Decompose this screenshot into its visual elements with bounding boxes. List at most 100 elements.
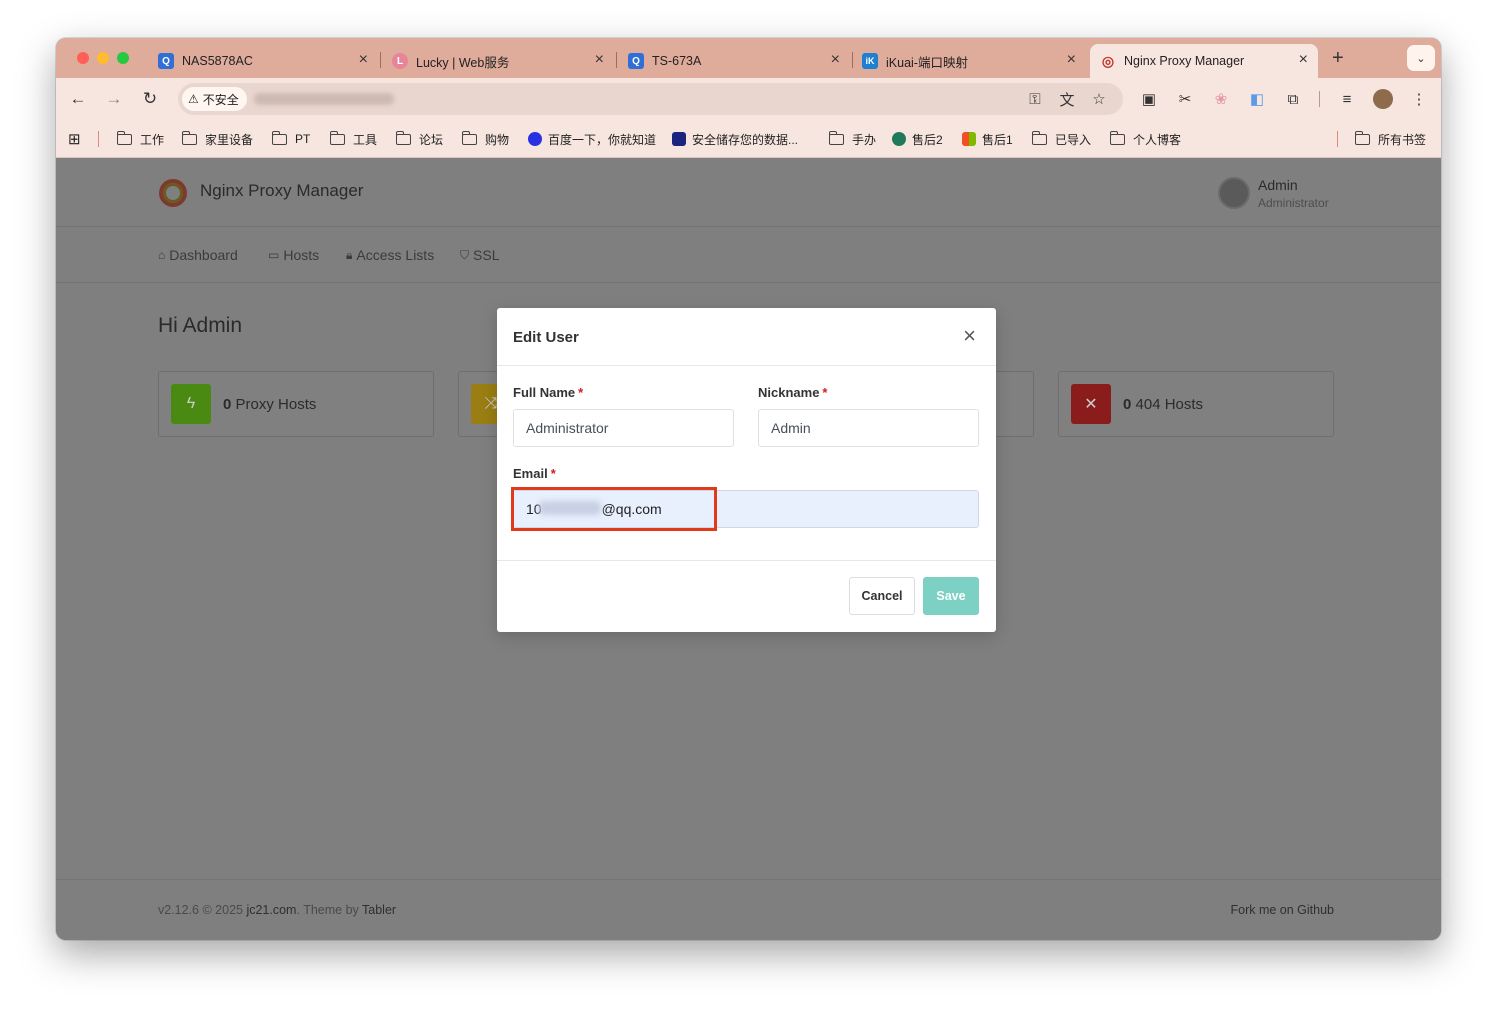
extension-blue-icon[interactable]: ◧ <box>1247 89 1267 109</box>
fork-github-link[interactable]: Fork me on Github <box>1230 903 1334 917</box>
footer-company-link[interactable]: jc21.com <box>246 903 296 917</box>
microsoft-icon <box>962 132 976 146</box>
proxy-label: Proxy Hosts <box>235 396 317 413</box>
user-avatar[interactable] <box>1218 177 1250 209</box>
nav-ssl[interactable]: ⛉ SSL <box>460 247 499 263</box>
tab-nginx-proxy-manager[interactable]: ◎ Nginx Proxy Manager × <box>1090 44 1318 78</box>
bookmark-after-sales-2[interactable]: 售后2 <box>892 130 943 148</box>
bookmark-label: 售后1 <box>982 132 1013 147</box>
nav-hosts[interactable]: ▭ Hosts <box>268 247 319 263</box>
apps-grid-icon[interactable]: ⊞ <box>68 130 81 148</box>
nav-access-lists[interactable]: 🔒︎ Access Lists <box>346 247 434 263</box>
tab-ikuai[interactable]: iK iKuai-端口映射 × <box>854 44 1086 78</box>
footer-credits: v2.12.6 © 2025 jc21.com. Theme by Tabler <box>158 903 396 917</box>
edit-user-modal: Edit User × Full Name* Nickname* Email* … <box>497 308 996 632</box>
extension-screenshot-icon[interactable]: ✂ <box>1175 89 1195 109</box>
notfound-label: 404 Hosts <box>1135 396 1204 413</box>
lightning-icon: ϟ <box>171 384 211 424</box>
close-tab-icon[interactable]: × <box>595 52 604 68</box>
tab-title: TS-673A <box>652 54 702 68</box>
folder-icon <box>117 130 132 145</box>
more-menu-icon[interactable]: ⋮ <box>1409 89 1429 109</box>
folder-icon <box>462 130 477 145</box>
security-chip[interactable]: ⚠ 不安全 <box>182 87 247 111</box>
browser-toolbar: ← → ↻ ⚠ 不安全 ⚿ 文 ☆ ▣ ✂ ❀ ◧ ⧉ ≡ ⋮ <box>56 78 1441 120</box>
bookmark-folder-shopping[interactable]: 购物 <box>462 130 509 148</box>
folder-icon <box>330 130 345 145</box>
bookmark-folder-imported[interactable]: 已导入 <box>1032 130 1091 148</box>
user-name[interactable]: Admin <box>1258 177 1298 193</box>
address-bar[interactable]: ⚠ 不安全 ⚿ 文 ☆ <box>178 83 1123 115</box>
save-button[interactable]: Save <box>923 577 979 615</box>
bookmark-folder-work[interactable]: 工作 <box>117 130 164 148</box>
close-tab-icon[interactable]: × <box>1299 52 1308 68</box>
tab-search-button[interactable]: ⌄ <box>1407 45 1435 71</box>
bookmark-secure-storage[interactable]: 安全储存您的数据... <box>672 130 798 148</box>
full-name-label-text: Full Name <box>513 385 576 400</box>
qnap-icon: Q <box>158 53 174 69</box>
footer-tabler-link[interactable]: Tabler <box>362 903 396 917</box>
nav-label: Access Lists <box>356 247 435 263</box>
npm-logo-icon[interactable] <box>159 179 187 207</box>
brand-title[interactable]: Nginx Proxy Manager <box>200 181 363 201</box>
nav-label: Dashboard <box>169 247 238 263</box>
lucky-icon: L <box>392 53 408 69</box>
zoom-window-button[interactable] <box>117 52 129 64</box>
tab-separator <box>380 52 381 68</box>
close-icon[interactable]: × <box>963 325 976 347</box>
nav-label: SSL <box>473 247 500 263</box>
bookmark-folder-all[interactable]: 所有书签 <box>1355 130 1426 148</box>
cancel-button[interactable]: Cancel <box>849 577 915 615</box>
monitor-icon: ▭ <box>268 248 280 262</box>
qnap-icon: Q <box>628 53 644 69</box>
storage-icon <box>672 132 686 146</box>
new-tab-button[interactable]: + <box>1332 47 1344 70</box>
bookmark-folder-pt[interactable]: PT <box>272 130 310 148</box>
bookmark-label: 售后2 <box>912 132 943 147</box>
minimize-window-button[interactable] <box>97 52 109 64</box>
card-404-hosts[interactable]: ✕ 0 404 Hosts <box>1058 371 1334 437</box>
npm-logo-icon: ◎ <box>1101 52 1115 69</box>
bookmark-star-icon[interactable]: ☆ <box>1089 89 1109 109</box>
password-key-icon[interactable]: ⚿ <box>1025 89 1045 109</box>
profile-avatar[interactable] <box>1373 89 1393 109</box>
close-tab-icon[interactable]: × <box>831 52 840 68</box>
bookmark-folder-home-devices[interactable]: 家里设备 <box>182 130 253 148</box>
folder-icon <box>1110 130 1125 145</box>
close-tab-icon[interactable]: × <box>1067 52 1076 68</box>
bookmark-after-sales-1[interactable]: 售后1 <box>962 130 1013 148</box>
extension-tampermonkey-icon[interactable]: ▣ <box>1139 89 1159 109</box>
nav-dashboard[interactable]: ⌂ Dashboard <box>158 247 238 263</box>
page-content: Nginx Proxy Manager Admin Administrator … <box>56 159 1441 940</box>
app-header: Nginx Proxy Manager Admin Administrator <box>56 159 1441 227</box>
forward-icon[interactable]: → <box>104 89 124 109</box>
back-icon[interactable]: ← <box>68 89 88 109</box>
tab-ts-673a[interactable]: Q TS-673A × <box>618 44 850 78</box>
card-proxy-hosts[interactable]: ϟ 0 Proxy Hosts <box>158 371 434 437</box>
bookmark-folder-figures[interactable]: 手办 <box>829 130 876 148</box>
required-mark: * <box>822 385 828 400</box>
reload-icon[interactable]: ↻ <box>140 89 160 109</box>
nickname-input[interactable] <box>758 409 979 447</box>
full-name-input[interactable] <box>513 409 734 447</box>
tab-title: Nginx Proxy Manager <box>1124 54 1245 68</box>
bookmark-label: 购物 <box>485 132 510 147</box>
bookmark-folder-tools[interactable]: 工具 <box>330 130 377 148</box>
close-tab-icon[interactable]: × <box>359 52 368 68</box>
extension-cat-icon[interactable]: ❀ <box>1211 89 1231 109</box>
bookmark-label: 安全储存您的数据... <box>692 132 799 147</box>
bookmark-folder-forum[interactable]: 论坛 <box>396 130 443 148</box>
tab-nas5878ac[interactable]: Q NAS5878AC × <box>146 44 378 78</box>
close-window-button[interactable] <box>77 52 89 64</box>
bookmark-folder-blog[interactable]: 个人博客 <box>1110 130 1181 148</box>
bookmark-baidu[interactable]: 百度一下，你就知道 <box>528 130 656 148</box>
required-mark: * <box>550 466 556 481</box>
tab-lucky[interactable]: L Lucky | Web服务 × <box>382 44 614 78</box>
reading-list-icon[interactable]: ≡ <box>1337 89 1357 109</box>
extensions-puzzle-icon[interactable]: ⧉ <box>1283 89 1303 109</box>
translate-icon[interactable]: 文 <box>1057 89 1077 109</box>
tab-title: Lucky | Web服务 <box>416 55 510 70</box>
baidu-icon <box>528 132 542 146</box>
tab-title: iKuai-端口映射 <box>886 55 968 70</box>
bookmark-label: 所有书签 <box>1378 132 1427 147</box>
